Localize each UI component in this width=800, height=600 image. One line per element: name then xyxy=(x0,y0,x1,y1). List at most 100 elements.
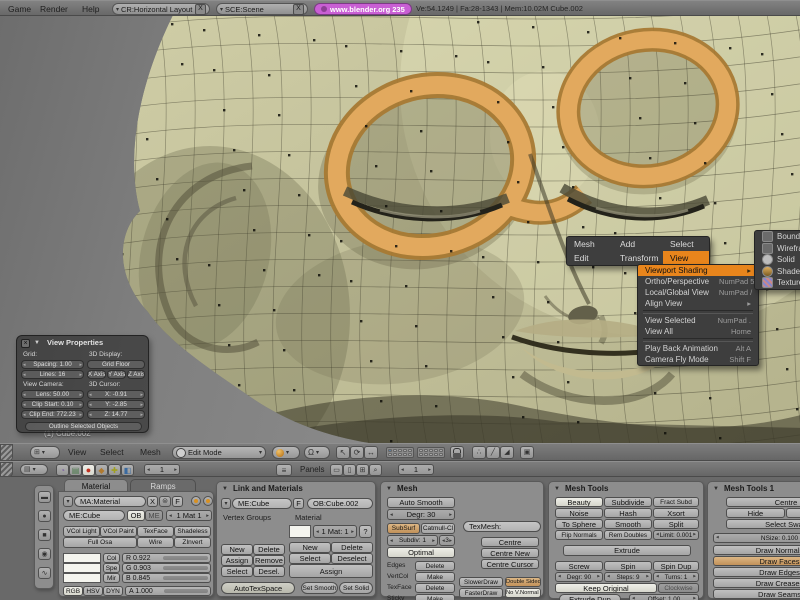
vertex-select-toggle[interactable]: ∴ xyxy=(472,446,486,459)
to-sphere-button[interactable]: To Sphere xyxy=(555,519,603,529)
face-select-toggle[interactable]: ◢ xyxy=(500,446,514,459)
centre-cursor-button[interactable]: Centre Cursor xyxy=(481,559,539,569)
context-page-stepper[interactable]: 1 xyxy=(144,464,180,475)
clockwise-toggle[interactable]: Clockwise xyxy=(658,583,699,593)
fake-user-button[interactable]: F xyxy=(172,496,183,507)
manipulator-translate-toggle[interactable]: ↖ xyxy=(336,446,350,459)
viewport-menu-mesh[interactable]: Mesh xyxy=(140,447,161,457)
menu-item-viewport-shading[interactable]: Viewport Shading▸ xyxy=(638,265,758,276)
menu-help[interactable]: Help xyxy=(82,1,99,17)
layer-buttons-right[interactable] xyxy=(417,447,445,458)
browse-mesh-icon[interactable]: ▾ xyxy=(221,498,231,509)
spin-degr-stepper[interactable]: Degr: 90 xyxy=(555,572,603,582)
collapse-icon[interactable]: ▼ xyxy=(34,340,40,346)
panel-title[interactable]: Mesh Tools 1 xyxy=(708,482,800,495)
rgb-toggle[interactable]: RGB xyxy=(63,586,83,596)
menu-item-local-global-view[interactable]: Local/Global ViewNumPad / xyxy=(638,287,758,298)
panel-title[interactable]: Mesh xyxy=(381,482,543,495)
submenu-textured[interactable]: Textured xyxy=(755,277,800,289)
set-solid-button[interactable]: Set Solid xyxy=(339,582,373,594)
subdiv-stepper[interactable]: Subdiv: 1 xyxy=(387,535,438,546)
viewport-canvas[interactable]: (1) Cube.002 × ▼ View Properties Grid: 3… xyxy=(0,16,800,443)
spin-dup-button[interactable]: Spin Dup xyxy=(653,561,699,571)
menu-game[interactable]: Game xyxy=(8,1,31,17)
col-button[interactable]: Col xyxy=(103,553,120,563)
ob-link-toggle[interactable]: OB xyxy=(127,510,145,521)
z-axis-toggle[interactable]: Z Axis xyxy=(127,370,145,379)
panel-align-icon[interactable]: ≡ xyxy=(276,464,292,476)
material-assign-button[interactable]: Assign xyxy=(289,564,373,578)
scene-selector[interactable]: ▾ SCE:Scene X xyxy=(216,3,308,15)
subsurf-toggle[interactable]: SubSurf xyxy=(387,523,420,534)
cursor-z-field[interactable]: Z: 14.77 xyxy=(87,410,145,419)
menu-item-align-view[interactable]: Align View▸ xyxy=(638,298,758,309)
submenu-wireframe[interactable]: Wireframe xyxy=(755,243,800,255)
fasterdraw-button[interactable]: FasterDraw xyxy=(459,588,503,598)
material-select-button[interactable]: Select xyxy=(289,553,331,564)
select-swap-button[interactable]: Select Swap xyxy=(726,519,800,529)
set-smooth-button[interactable]: Set Smooth xyxy=(301,582,338,594)
editing-context-icon[interactable]: ✚ xyxy=(108,464,121,476)
outline-selected-toggle[interactable]: Outline Selected Objects xyxy=(25,422,142,431)
help-button[interactable]: ? xyxy=(359,525,372,538)
vgroup-remove-button[interactable]: Remove xyxy=(253,555,285,566)
lock-icon[interactable] xyxy=(450,446,464,459)
preview-monkey-icon[interactable]: ◉ xyxy=(38,548,51,560)
flip-normals-button[interactable]: Flip Normals xyxy=(555,530,603,540)
extrude-dup-button[interactable]: Extrude Dup xyxy=(559,594,621,600)
texface-delete-button[interactable]: Delete xyxy=(415,583,455,593)
draw-faces-toggle[interactable]: Draw Faces xyxy=(713,556,800,566)
texface-toggle[interactable]: TexFace xyxy=(137,526,174,537)
draw-normals-toggle[interactable]: Draw Normals xyxy=(713,545,800,555)
extrude-button[interactable]: Extrude xyxy=(563,545,691,556)
preview-strand-icon[interactable]: ∿ xyxy=(38,567,51,579)
preview-flat-icon[interactable]: ▬ xyxy=(38,491,51,503)
spin-steps-stepper[interactable]: Steps: 9 xyxy=(604,572,652,582)
panel-free-icon[interactable]: ⊞ xyxy=(356,464,369,476)
pivot-dropdown[interactable]: Ω ▾ xyxy=(304,446,330,459)
clip-end-field[interactable]: Clip End: 772.23 xyxy=(21,410,84,419)
auto-name-icon[interactable]: ⊜ xyxy=(159,496,171,507)
offset-stepper[interactable]: Offset: 1.00 xyxy=(629,594,699,600)
scene-context-icon[interactable]: ◧ xyxy=(121,464,134,476)
draw-edges-toggle[interactable]: Draw Edges xyxy=(713,567,800,577)
reveal-button[interactable]: Reveal xyxy=(786,508,800,518)
panels-dropdown[interactable]: Panels xyxy=(300,465,324,474)
fract-subd-button[interactable]: Fract Subd xyxy=(653,497,699,507)
full-osa-toggle[interactable]: Full Osa xyxy=(63,537,137,548)
split-button[interactable]: Split xyxy=(653,519,699,529)
sticky-make-button[interactable]: Make xyxy=(415,594,455,600)
optimal-toggle[interactable]: Optimal xyxy=(387,547,455,558)
zoom-icon[interactable]: ⌕ xyxy=(369,464,382,476)
lens-field[interactable]: Lens: 50.00 xyxy=(21,390,84,399)
slowerdraw-button[interactable]: SlowerDraw xyxy=(459,577,503,587)
close-icon[interactable]: X xyxy=(293,4,304,15)
degr-stepper[interactable]: Degr: 30 xyxy=(387,509,455,520)
panel-horizontal-icon[interactable]: ▭ xyxy=(330,464,343,476)
menu-item-camera-fly-mode[interactable]: Camera Fly ModeShift F xyxy=(638,354,758,365)
vgroup-select-button[interactable]: Select xyxy=(221,566,253,577)
hide-button[interactable]: Hide xyxy=(726,508,785,518)
wire-toggle[interactable]: Wire xyxy=(137,537,174,548)
toolbox-add[interactable]: Add xyxy=(613,237,663,251)
viewport-menu-view[interactable]: View xyxy=(68,447,86,457)
submenu-solid[interactable]: Solid xyxy=(755,254,800,266)
mode-dropdown[interactable]: Edit Mode ▾ xyxy=(172,446,266,459)
material-new-button[interactable]: New xyxy=(289,542,331,553)
editor-type-dropdown[interactable]: ⊞▾ xyxy=(30,446,60,459)
grid-lines-field[interactable]: Lines: 16 xyxy=(21,370,84,379)
material-name-field[interactable]: MA:Material xyxy=(74,496,146,507)
shading-context-icon[interactable]: ● xyxy=(82,464,95,476)
preview-sphere-icon[interactable]: ● xyxy=(38,510,51,522)
browse-material-icon[interactable]: ▾ xyxy=(63,496,73,507)
noise-button[interactable]: Noise xyxy=(555,508,603,518)
material-index-stepper[interactable]: 1 Mat 1 xyxy=(166,510,212,521)
spe-button[interactable]: Spe xyxy=(103,563,120,573)
occlude-geometry-toggle[interactable]: ▣ xyxy=(520,446,534,459)
menu-item-view-all[interactable]: View AllHome xyxy=(638,326,758,337)
me-link-toggle[interactable]: ME xyxy=(145,510,163,521)
object-context-icon[interactable]: ◆ xyxy=(95,464,108,476)
panel-title[interactable]: Mesh Tools xyxy=(549,482,703,495)
mesh-link-field[interactable]: ME:Cube xyxy=(63,510,125,521)
edge-select-toggle[interactable]: ╱ xyxy=(486,446,500,459)
